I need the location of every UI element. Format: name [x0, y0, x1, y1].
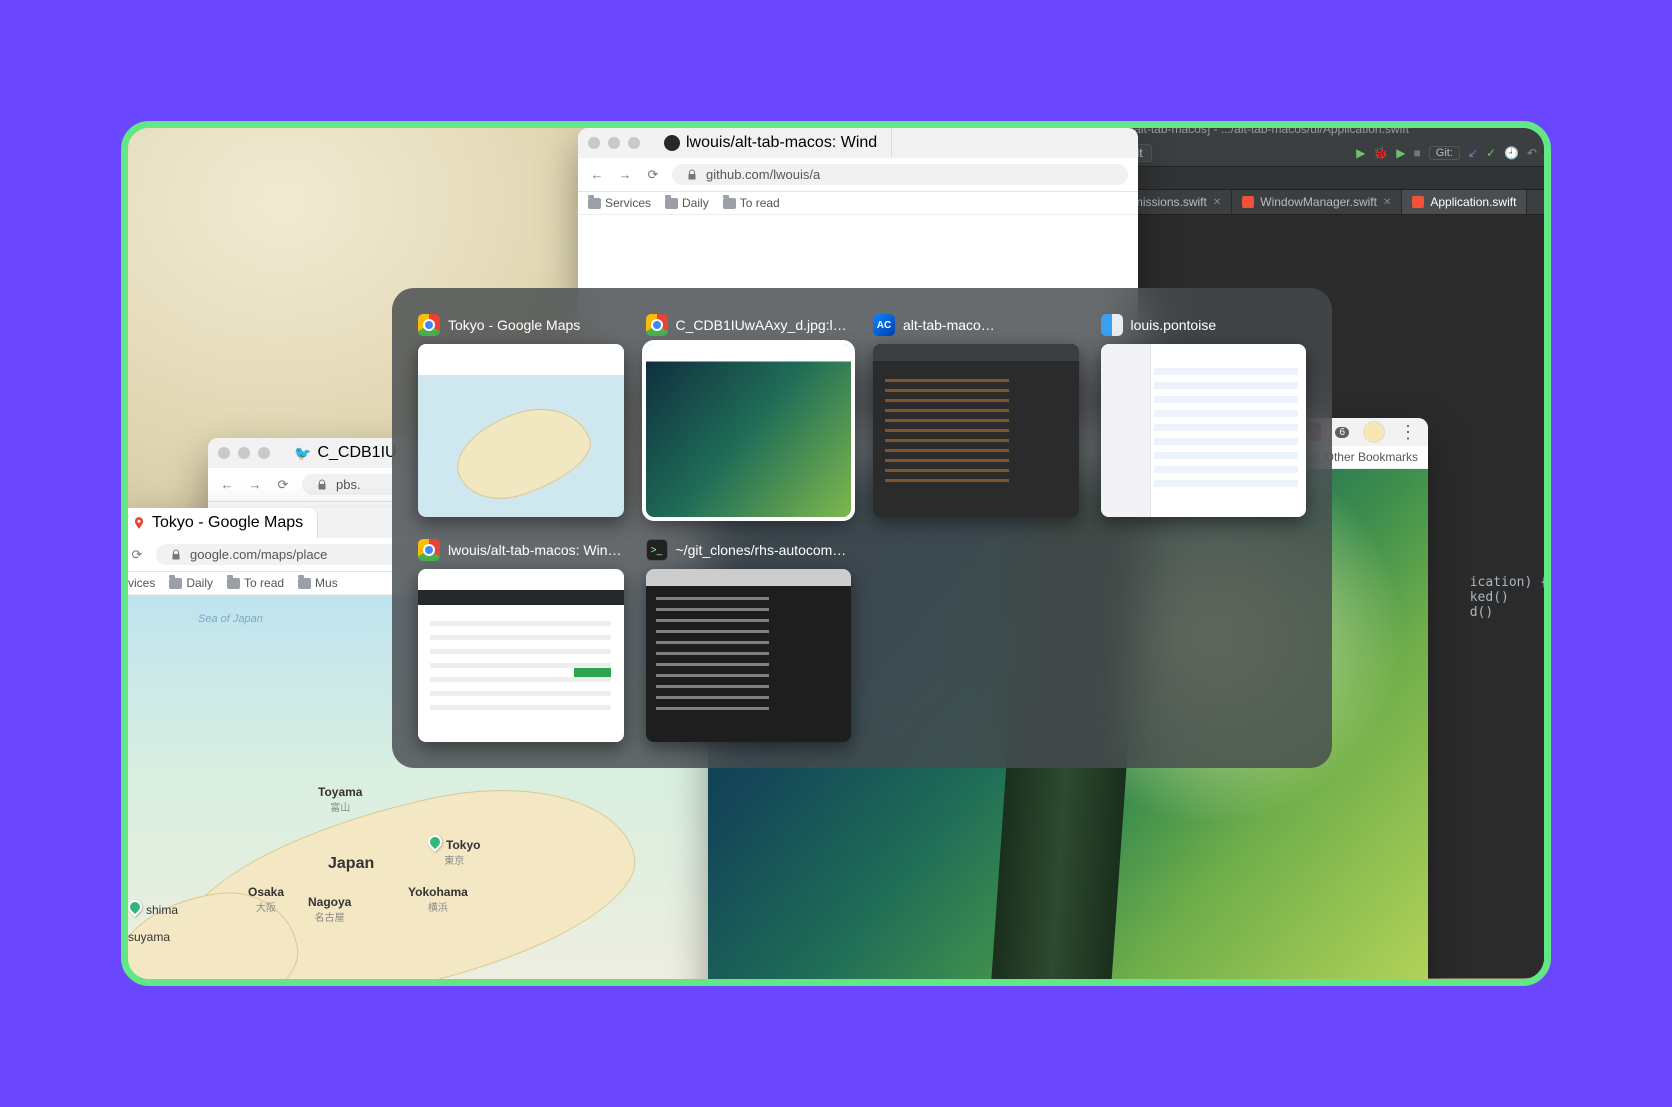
close-icon[interactable]: ✕ — [1383, 197, 1391, 208]
forward-icon[interactable]: → — [246, 476, 264, 494]
switcher-window[interactable]: AC alt-tab-maco… — [873, 314, 1079, 517]
folder-icon — [169, 578, 182, 589]
switcher-window[interactable]: louis.pontoise — [1101, 314, 1307, 517]
switcher-window-title: Tokyo - Google Maps — [448, 317, 580, 333]
debug-icon[interactable]: 🐞 — [1373, 146, 1388, 160]
folder-icon — [227, 578, 240, 589]
map-city-label[interactable]: Toyama富山 — [318, 785, 362, 814]
git-label: Git: — [1429, 146, 1460, 160]
reload-icon[interactable]: ⟳ — [644, 166, 662, 184]
maps-pin-icon — [132, 516, 146, 530]
extension-badge: 6 — [1335, 427, 1349, 438]
switcher-window[interactable]: lwouis/alt-tab-macos: Windows… — [418, 539, 624, 742]
folder-icon — [588, 198, 601, 209]
reload-icon[interactable]: ⟳ — [274, 476, 292, 494]
code-line: ked() — [1470, 590, 1509, 605]
chrome-icon — [646, 314, 668, 336]
switcher-thumbnail[interactable] — [873, 344, 1079, 517]
terminal-icon: >_ — [646, 539, 668, 561]
address-bar[interactable]: github.com/lwouis/a — [672, 164, 1128, 185]
bookmark-folder[interactable]: Daily — [169, 576, 213, 590]
bookmark-folder[interactable]: Mus — [298, 576, 338, 590]
browser-tab[interactable]: Tokyo - Google Maps — [121, 508, 318, 538]
switcher-thumbnail[interactable] — [646, 344, 852, 517]
switcher-window-title: louis.pontoise — [1131, 317, 1217, 333]
lock-icon — [316, 479, 328, 491]
map-city-label[interactable]: Nagoya名古屋 — [308, 895, 351, 924]
close-icon[interactable]: ✕ — [1213, 197, 1221, 208]
bookmark-folder[interactable]: To read — [723, 196, 780, 210]
map-city-label[interactable]: Yokohama横浜 — [408, 885, 468, 914]
vcs-update-icon[interactable]: ↙ — [1468, 146, 1478, 160]
chrome-icon — [418, 314, 440, 336]
stop-icon[interactable]: ■ — [1414, 146, 1421, 160]
switcher-window-title: lwouis/alt-tab-macos: Windows… — [448, 542, 624, 558]
switcher-thumbnail[interactable] — [418, 569, 624, 742]
appcode-icon: AC — [873, 314, 895, 336]
swift-file-icon — [1412, 196, 1424, 208]
map-pin-icon — [125, 897, 145, 917]
screenshot-stage: alt-tab-macos [~/git_clones/alt-tab-maco… — [121, 121, 1551, 986]
alt-tab-switcher[interactable]: Tokyo - Google Maps C_CDB1IUwAAxy_d.jpg:… — [392, 288, 1332, 768]
lock-icon — [686, 169, 698, 181]
switcher-window-selected[interactable]: C_CDB1IUwAAxy_d.jpg:larg… — [646, 314, 852, 517]
switcher-window[interactable]: Tokyo - Google Maps — [418, 314, 624, 517]
traffic-lights[interactable] — [208, 439, 280, 467]
reload-icon[interactable]: ⟳ — [128, 546, 146, 564]
run-coverage-icon[interactable]: ▶ — [1396, 146, 1405, 160]
profile-avatar[interactable] — [1363, 421, 1385, 443]
traffic-lights[interactable] — [578, 129, 650, 157]
map-city-label[interactable]: Tokyo東京 — [428, 835, 480, 867]
bookmark-folder[interactable]: Services — [588, 196, 651, 210]
switcher-window-title: ~/git_clones/rhs-autocom… — [676, 542, 847, 558]
bookmark-folder[interactable]: vices — [128, 576, 155, 590]
bookmark-folder[interactable]: To read — [227, 576, 284, 590]
vcs-commit-icon[interactable]: ✓ — [1486, 146, 1496, 160]
vcs-history-icon[interactable]: 🕘 — [1504, 146, 1519, 160]
editor-tab-active[interactable]: Application.swift — [1402, 190, 1527, 214]
switcher-thumbnail[interactable] — [1101, 344, 1307, 517]
editor-tab[interactable]: WindowManager.swift✕ — [1232, 190, 1402, 214]
switcher-thumbnail[interactable] — [418, 344, 624, 517]
switcher-window[interactable]: >_ ~/git_clones/rhs-autocom… — [646, 539, 852, 742]
switcher-window-title: C_CDB1IUwAAxy_d.jpg:larg… — [676, 317, 852, 333]
vcs-revert-icon[interactable]: ↶ — [1527, 146, 1537, 160]
tab-title: C_CDB1IU — [317, 444, 396, 462]
lock-icon — [170, 549, 182, 561]
tab-title: Tokyo - Google Maps — [152, 514, 303, 532]
forward-icon[interactable]: → — [616, 166, 634, 184]
url-text: github.com/lwouis/a — [706, 167, 820, 182]
github-icon — [664, 135, 680, 151]
map-city-label[interactable]: shima — [128, 900, 178, 917]
run-icon[interactable]: ▶ — [1356, 146, 1365, 160]
folder-icon — [665, 198, 678, 209]
sea-label: Sea of Japan — [198, 613, 263, 625]
code-line: ication) { — [1470, 575, 1548, 590]
switcher-thumbnail[interactable] — [646, 569, 852, 742]
twitter-icon: 🐦 — [294, 445, 311, 462]
chrome-icon — [418, 539, 440, 561]
search-icon[interactable]: 🔍 — [1545, 146, 1551, 160]
kebab-menu-icon[interactable]: ⋮ — [1399, 422, 1416, 443]
switcher-window-title: alt-tab-maco… — [903, 317, 995, 333]
map-pin-icon — [425, 832, 445, 852]
tab-title: lwouis/alt-tab-macos: Wind — [686, 134, 877, 152]
bookmark-folder[interactable]: Daily — [665, 196, 709, 210]
bookmarks-bar: Services Daily To read — [578, 192, 1138, 215]
url-text: google.com/maps/place — [190, 547, 327, 562]
finder-icon — [1101, 314, 1123, 336]
code-line: d() — [1470, 605, 1493, 620]
map-city-label[interactable]: suyama — [128, 930, 170, 944]
folder-icon — [723, 198, 736, 209]
browser-toolbar: ← → ⟳ github.com/lwouis/a — [578, 158, 1138, 192]
map-country-label: Japan — [328, 855, 374, 873]
map-city-label[interactable]: Osaka大阪 — [248, 885, 284, 914]
url-text: pbs. — [336, 477, 361, 492]
folder-icon — [298, 578, 311, 589]
back-icon[interactable]: ← — [218, 476, 236, 494]
back-icon[interactable]: ← — [588, 166, 606, 184]
swift-file-icon — [1242, 196, 1254, 208]
browser-tab[interactable]: lwouis/alt-tab-macos: Wind — [650, 128, 892, 158]
